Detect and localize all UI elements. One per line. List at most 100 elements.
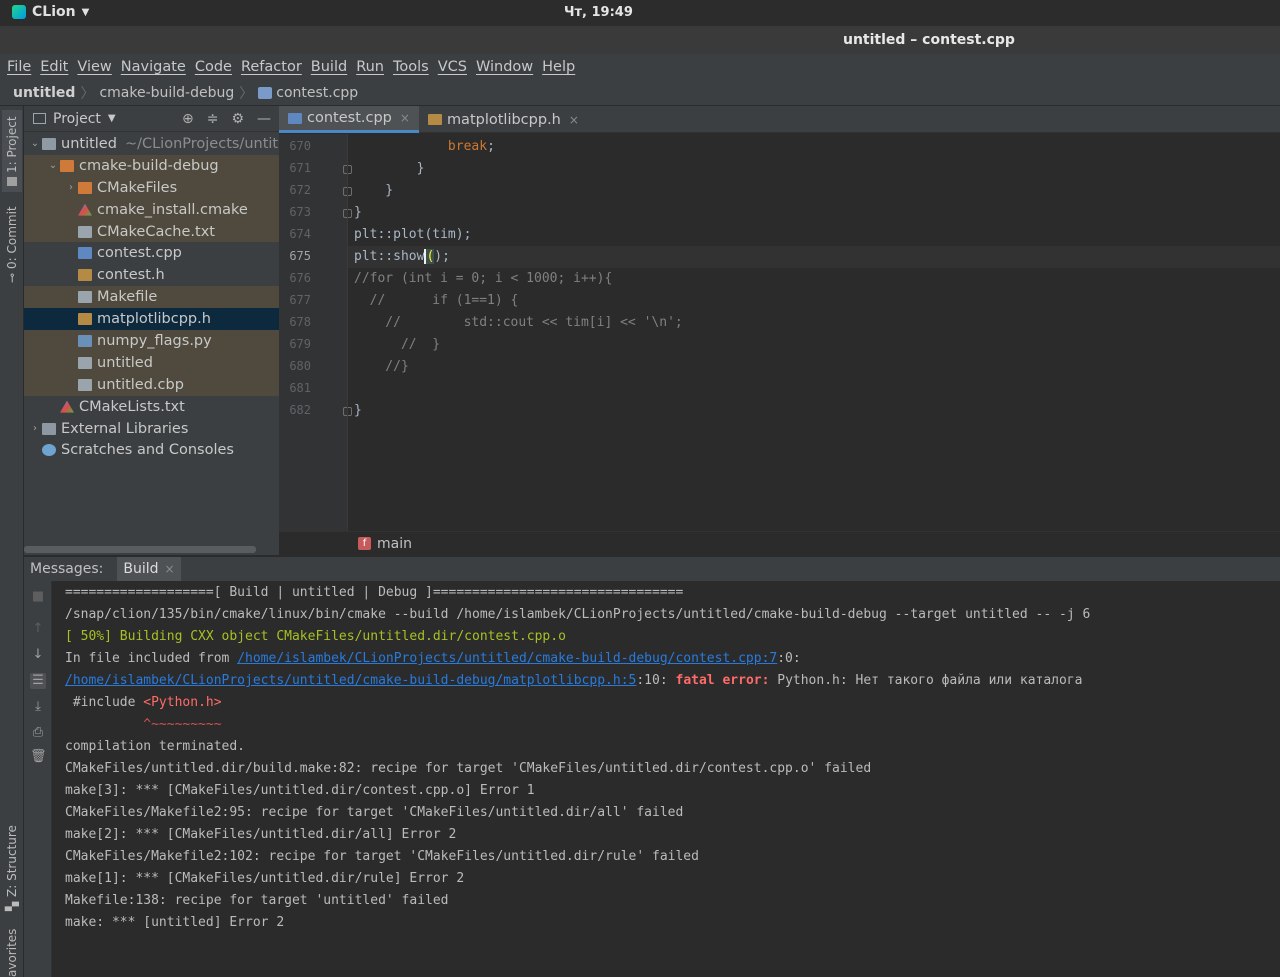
tree-item-contest-cpp[interactable]: contest.cpp — [24, 242, 279, 264]
code-line: plt::show (); — [354, 249, 450, 264]
line-number: 676 — [289, 271, 311, 285]
cpp-file-icon — [288, 112, 302, 124]
menu-file[interactable]: File — [7, 59, 31, 75]
locate-file-icon[interactable]: ⊕ — [182, 111, 194, 127]
folder-icon — [60, 159, 74, 172]
menu-tools[interactable]: Tools — [393, 59, 429, 75]
menu-view[interactable]: View — [77, 59, 111, 75]
menu-navigate[interactable]: Navigate — [121, 59, 186, 75]
output-line: In file included from /home/islambek/CLi… — [65, 651, 801, 666]
commit-icon: ⊸ — [5, 273, 19, 284]
menu-refactor[interactable]: Refactor — [241, 59, 302, 75]
output-line: [ 50%] Building CXX object CMakeFiles/un… — [65, 629, 566, 644]
line-number: 673 — [289, 205, 311, 219]
tab-label: Build — [123, 561, 159, 577]
cmake-icon — [78, 203, 92, 216]
system-clock[interactable]: Чт, 19:49 — [0, 5, 1280, 20]
tree-item-numpy-flags[interactable]: numpy_flags.py — [24, 330, 279, 352]
horizontal-scrollbar[interactable] — [24, 546, 256, 553]
close-icon[interactable]: × — [569, 113, 579, 127]
output-line: ===================[ Build | untitled | … — [65, 585, 684, 600]
tree-item-path: ~/CLionProjects/untit — [124, 135, 279, 152]
current-line-highlight — [347, 246, 1280, 268]
menu-vcs[interactable]: VCS — [438, 59, 467, 75]
close-icon[interactable]: × — [165, 562, 175, 576]
file-link[interactable]: /home/islambek/CLionProjects/untitled/cm… — [237, 651, 777, 666]
stop-icon[interactable]: ■ — [30, 589, 46, 605]
menu-help[interactable]: Help — [542, 59, 575, 75]
tree-item-matplotlibcpp-h[interactable]: matplotlibcpp.h — [24, 308, 279, 331]
soft-wrap-icon[interactable]: ☰ — [30, 673, 46, 689]
chevron-right-icon[interactable]: › — [28, 423, 42, 434]
chevron-down-icon[interactable]: ▼ — [108, 113, 116, 124]
code-line: break; — [447, 139, 495, 154]
code-editor[interactable]: 670 671 672 673 674 675 676 677 678 679 … — [279, 134, 1280, 531]
minimize-icon[interactable]: — — [257, 111, 271, 127]
tree-item-label: cmake_install.cmake — [97, 201, 248, 218]
tree-item-scratches[interactable]: Scratches and Consoles — [24, 439, 279, 461]
build-output[interactable]: ===================[ Build | untitled | … — [53, 581, 1280, 977]
menu-bar: File Edit View Navigate Code Refactor Bu… — [0, 54, 1280, 80]
tab-project-tool[interactable]: 1: Project — [2, 110, 22, 192]
menu-run[interactable]: Run — [356, 59, 384, 75]
trash-icon[interactable]: 🗑 — [30, 749, 47, 765]
chevron-right-icon[interactable]: › — [64, 182, 78, 193]
tree-item-contest-h[interactable]: contest.h — [24, 264, 279, 286]
executable-icon — [78, 356, 92, 369]
breadcrumb-file[interactable]: contest.cpp — [276, 85, 358, 101]
tab-structure-tool[interactable]: ▚ Z: Structure — [2, 822, 22, 914]
output-line: Makefile:138: recipe for target 'untitle… — [65, 893, 449, 908]
tree-item-label: untitled — [97, 354, 153, 371]
breadcrumb-project[interactable]: untitled — [13, 85, 75, 101]
tree-item-label: contest.h — [97, 267, 165, 284]
menu-build[interactable]: Build — [311, 59, 347, 75]
cpp-file-icon — [258, 86, 273, 99]
library-icon — [42, 422, 56, 435]
breadcrumb-folder[interactable]: cmake-build-debug — [99, 85, 234, 101]
structure-icon: ▚ — [5, 901, 19, 911]
chevron-down-icon[interactable]: ⌄ — [46, 160, 60, 171]
cmake-icon — [60, 400, 74, 413]
output-line: CMakeFiles/untitled.dir/build.make:82: r… — [65, 761, 872, 776]
line-number-gutter[interactable]: 670 671 672 673 674 675 676 677 678 679 … — [279, 134, 347, 531]
project-view-selector[interactable]: Project — [53, 111, 101, 127]
menu-edit[interactable]: Edit — [40, 59, 68, 75]
tree-item-cmakefiles[interactable]: › CMakeFiles — [24, 176, 279, 199]
collapse-all-icon[interactable]: ≑ — [207, 111, 219, 127]
tree-item-cmakelists[interactable]: CMakeLists.txt — [24, 396, 279, 418]
system-top-bar: CLion ▼ Чт, 19:49 — [0, 0, 1280, 26]
tree-item-cmake-build-debug[interactable]: ⌄ cmake-build-debug — [24, 154, 279, 177]
tab-matplotlibcpp-h[interactable]: matplotlibcpp.h × — [419, 106, 588, 133]
tree-item-external-libraries[interactable]: › External Libraries — [24, 418, 279, 440]
line-number: 671 — [289, 161, 311, 175]
menu-window[interactable]: Window — [476, 59, 533, 75]
tab-commit-tool[interactable]: ⊸ 0: Commit — [2, 204, 22, 286]
output-text: Python.h: Нет такого файла или каталога — [769, 673, 1083, 688]
code-line: //} — [354, 359, 409, 374]
output-line: make[1]: *** [CMakeFiles/untitled.dir/ru… — [65, 871, 465, 886]
scroll-to-end-icon[interactable]: ⤓ — [30, 699, 46, 715]
tree-item-makefile[interactable]: Makefile — [24, 286, 279, 309]
tab-build[interactable]: Build × — [117, 556, 181, 582]
line-number: 672 — [289, 183, 311, 197]
arrow-down-icon[interactable]: ↓ — [30, 647, 46, 663]
arrow-up-icon[interactable]: ↑ — [30, 621, 46, 637]
close-icon[interactable]: × — [400, 111, 410, 125]
tree-item-label: matplotlibcpp.h — [97, 311, 211, 328]
tab-contest-cpp[interactable]: contest.cpp × — [279, 106, 419, 133]
tree-item-cmakecache[interactable]: CMakeCache.txt — [24, 220, 279, 243]
tree-item-cmake-install[interactable]: cmake_install.cmake — [24, 198, 279, 221]
tree-item-untitled-cbp[interactable]: untitled.cbp — [24, 373, 279, 396]
print-icon[interactable]: ⎙ — [30, 725, 46, 741]
tree-item-untitled-root[interactable]: ⌄ untitled ~/CLionProjects/untit — [24, 133, 279, 155]
menu-code[interactable]: Code — [195, 59, 232, 75]
tree-item-label: cmake-build-debug — [79, 157, 219, 174]
folder-icon — [78, 181, 92, 194]
function-crumb[interactable]: main — [377, 536, 412, 552]
file-link[interactable]: /home/islambek/CLionProjects/untitled/cm… — [65, 673, 636, 688]
editor-structure-breadcrumb: f main — [279, 531, 1280, 555]
tree-item-untitled-binary[interactable]: untitled — [24, 351, 279, 374]
gear-icon[interactable]: ⚙ — [231, 111, 244, 127]
tab-favorites-tool[interactable]: avorites — [2, 928, 22, 977]
chevron-down-icon[interactable]: ⌄ — [28, 138, 42, 149]
